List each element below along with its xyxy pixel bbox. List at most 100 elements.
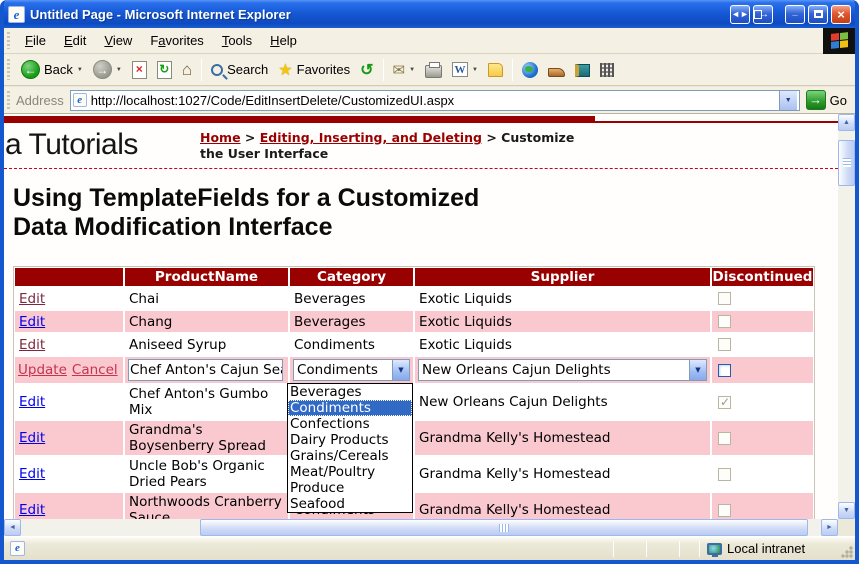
edit-link[interactable]: Edit <box>19 337 45 353</box>
table-row: EditChef Anton's Gumbo MixNew Orleans Ca… <box>14 384 814 420</box>
word-dropdown-icon[interactable]: ▼ <box>472 67 478 73</box>
menu-item-favorites[interactable]: Favorites <box>141 30 212 51</box>
back-button[interactable]: ← Back ▼ <box>16 58 88 81</box>
close-button[interactable]: × <box>831 5 851 24</box>
forward-button[interactable]: → ▼ <box>88 58 127 81</box>
search-button[interactable]: Search <box>206 60 273 79</box>
supplier-select[interactable]: New Orleans Cajun Delights▼ <box>418 359 707 381</box>
go-button[interactable]: → Go <box>806 90 847 110</box>
breadcrumb-section-link[interactable]: Editing, Inserting, and Deleting <box>260 130 482 145</box>
dashed-divider <box>4 168 838 169</box>
supplier-cell: Grandma Kelly's Homestead <box>414 456 711 492</box>
category-option[interactable]: Produce <box>288 480 412 496</box>
discuss-note-icon <box>488 63 503 77</box>
category-cell: Beverages <box>289 310 414 333</box>
toolbar-grip[interactable] <box>7 32 10 50</box>
messenger-button[interactable] <box>595 61 619 79</box>
edit-link[interactable]: Edit <box>19 394 45 410</box>
vertical-scrollbar[interactable]: ▲ ▼ <box>838 114 855 519</box>
disconnect-button[interactable]: → <box>753 5 773 24</box>
address-bar: Address e http://localhost:1027/Code/Edi… <box>4 87 855 114</box>
edit-page-button[interactable] <box>517 60 543 80</box>
discontinued-checkbox[interactable] <box>718 364 731 377</box>
category-select[interactable]: Condiments▼ <box>293 359 410 381</box>
edit-link[interactable]: Edit <box>19 430 45 446</box>
edit-link[interactable]: Edit <box>19 314 45 330</box>
edit-link[interactable]: Edit <box>19 502 45 518</box>
supplier-cell: Grandma Kelly's Homestead <box>414 420 711 456</box>
search-label: Search <box>227 62 268 77</box>
addon-tool-button[interactable] <box>543 60 570 79</box>
menu-item-help[interactable]: Help <box>261 30 306 51</box>
discontinued-cell <box>711 384 814 420</box>
favorites-button[interactable]: ★ Favorites <box>273 58 355 82</box>
category-option[interactable]: Grains/Cereals <box>288 448 412 464</box>
column-header <box>14 267 124 287</box>
table-row: EditAniseed SyrupCondimentsExotic Liquid… <box>14 333 814 356</box>
menu-items: FileEditViewFavoritesToolsHelp <box>16 33 306 48</box>
toolbar-separator <box>383 59 384 81</box>
history-button[interactable]: ↺ <box>355 58 378 82</box>
address-dropdown-icon[interactable]: ▼ <box>779 91 797 110</box>
category-option[interactable]: Meat/Poultry <box>288 464 412 480</box>
menu-item-edit[interactable]: Edit <box>55 30 95 51</box>
research-button[interactable] <box>570 60 595 79</box>
breadcrumb-separator: > <box>486 130 496 145</box>
menu-item-file[interactable]: File <box>16 30 55 51</box>
product-cell: Chef Anton's Gumbo Mix <box>124 384 289 420</box>
forward-dropdown-icon[interactable]: ▼ <box>116 67 122 73</box>
category-option[interactable]: Condiments <box>288 400 412 416</box>
edit-link[interactable]: Edit <box>19 466 45 482</box>
scroll-right-button[interactable]: ► <box>821 519 838 536</box>
title-bar[interactable]: e Untitled Page - Microsoft Internet Exp… <box>0 0 859 28</box>
discontinued-checkbox <box>718 468 731 481</box>
combo-dropdown-icon[interactable]: ▼ <box>689 360 706 380</box>
mail-button[interactable]: ✉ ▼ <box>388 59 421 81</box>
vertical-scroll-thumb[interactable] <box>838 140 855 186</box>
edit-link[interactable]: Edit <box>19 291 45 307</box>
toolbar-grip3[interactable] <box>7 91 10 109</box>
breadcrumb-home-link[interactable]: Home <box>200 130 241 145</box>
edit-with-word-button[interactable]: W ▼ <box>447 60 483 79</box>
resize-grip[interactable] <box>840 545 853 558</box>
grid-edit-row: Update Cancel Chef Anton's Cajun Seasoning… <box>14 356 814 384</box>
horizontal-scroll-thumb[interactable] <box>200 519 808 536</box>
print-button[interactable] <box>420 60 447 80</box>
category-option[interactable]: Beverages <box>288 384 412 400</box>
back-dropdown-icon[interactable]: ▼ <box>77 67 83 73</box>
address-input[interactable]: e http://localhost:1027/Code/EditInsertD… <box>70 90 800 111</box>
globe-icon <box>522 62 538 78</box>
maximize-button[interactable] <box>808 5 828 24</box>
refresh-button[interactable]: ↻ <box>152 59 177 81</box>
address-label: Address <box>16 93 64 108</box>
windows-logo-icon <box>823 28 855 54</box>
home-button[interactable]: ⌂ <box>177 58 197 82</box>
stop-button[interactable]: × <box>127 59 152 81</box>
status-divider <box>613 541 614 557</box>
category-option[interactable]: Confections <box>288 416 412 432</box>
combo-dropdown-icon[interactable]: ▼ <box>392 360 409 380</box>
product-cell: Chef Anton's Cajun Seasoning <box>124 356 289 384</box>
update-link[interactable]: Update <box>18 362 67 378</box>
menu-item-view[interactable]: View <box>95 30 141 51</box>
discuss-button[interactable] <box>483 61 508 79</box>
cancel-link[interactable]: Cancel <box>72 362 118 378</box>
minimize-button[interactable]: _ <box>785 5 805 24</box>
scroll-left-button[interactable]: ◄ <box>4 519 21 536</box>
category-option[interactable]: Dairy Products <box>288 432 412 448</box>
discontinued-checkbox <box>718 338 731 351</box>
menu-item-tools[interactable]: Tools <box>213 30 261 51</box>
horizontal-scrollbar[interactable]: ◄ ► <box>4 519 838 536</box>
toolbar-grip2[interactable] <box>7 59 10 81</box>
status-divider <box>699 541 700 557</box>
scroll-down-button[interactable]: ▼ <box>838 502 855 519</box>
category-option[interactable]: Seafood <box>288 496 412 512</box>
page-icon: e <box>73 93 87 107</box>
scroll-up-button[interactable]: ▲ <box>838 114 855 131</box>
column-header: Discontinued <box>711 267 814 287</box>
mail-dropdown-icon[interactable]: ▼ <box>409 67 415 73</box>
product-name-input[interactable]: Chef Anton's Cajun Seasoning <box>128 359 283 381</box>
table-row: EditChangBeveragesExotic Liquids <box>14 310 814 333</box>
restore-size-button[interactable]: ◄► <box>730 5 750 24</box>
products-grid: ProductNameCategorySupplierDiscontinuedE… <box>13 266 815 519</box>
